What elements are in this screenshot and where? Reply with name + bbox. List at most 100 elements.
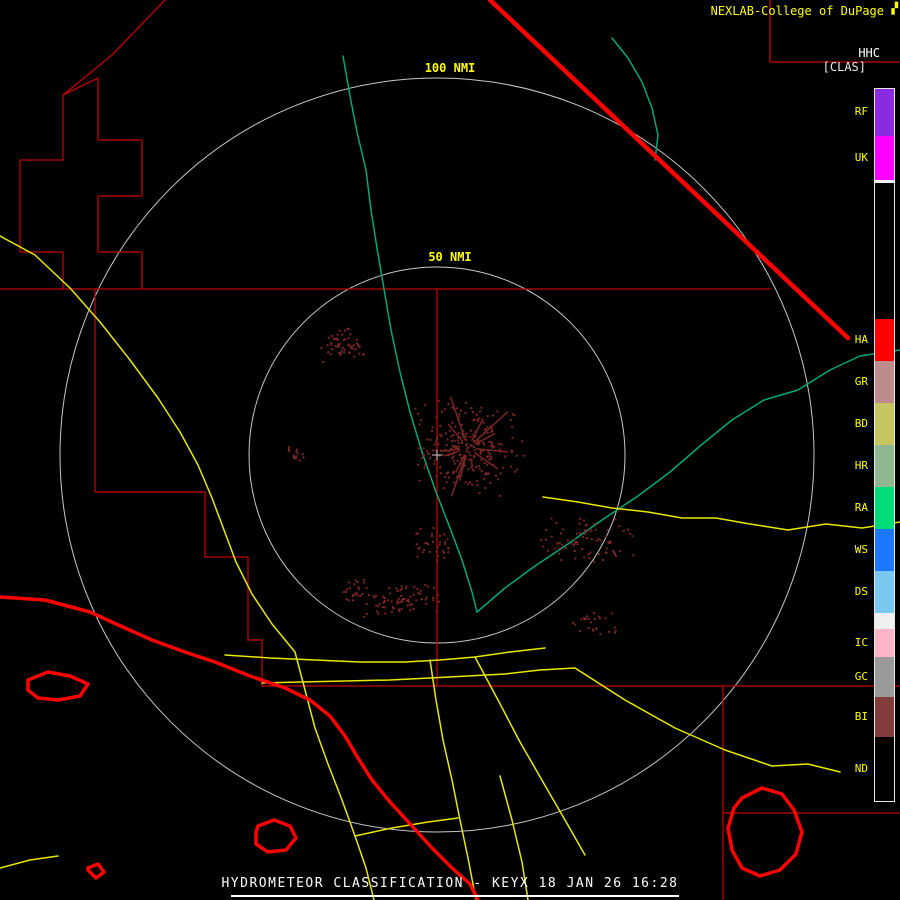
radar-echo [405,599,408,602]
radar-echo [486,415,489,418]
radar-echo [397,597,400,600]
radar-echo [470,407,473,410]
radar-echo [333,338,336,341]
radar-echo [413,585,416,588]
major-roads [726,786,804,878]
radar-echo [368,594,371,597]
radar-echo [468,458,471,461]
radar-echo [590,538,593,540]
colorbar-label-bd: BD [854,416,868,430]
radar-echo [470,465,473,468]
radar-echo [465,444,468,447]
colorbar-label-hr: HR [854,458,868,472]
radar-echo [432,599,435,602]
radar-echo [450,440,453,443]
colorbar-segment-ha [875,319,894,361]
radar-echo [436,559,439,562]
radar-echo [442,552,445,554]
radar-echo [330,335,333,337]
radar-echo [450,435,453,438]
radar-echo [574,557,577,560]
radar-echo [476,483,479,486]
colorbar-segment-gc [875,657,894,697]
colorbar-label-rf: RF [854,105,868,118]
radar-echo [458,413,461,416]
radar-echo [579,517,582,520]
radar-echo [416,532,419,535]
radar-echo [347,343,350,346]
radar-echo [582,519,585,522]
radar-echo [340,349,343,352]
radar-echo [464,481,467,484]
radar-echo [501,466,504,469]
county-borders [94,491,263,687]
radar-echo [353,583,356,586]
radar-echo [454,425,457,428]
radar-echo [443,556,446,559]
radar-echo [417,447,420,450]
radar-echo [477,420,480,422]
brand-icon: ▞ [891,2,898,15]
radar-echo [561,543,564,546]
radar-echo [590,621,592,624]
radar-echo [464,412,467,414]
radar-echo [338,329,341,332]
radar-echo [448,476,451,479]
radar-echo [388,592,391,595]
colorbar-label-ic: IC [854,635,868,649]
radar-echo [511,425,514,428]
radar-echo [292,454,295,457]
radar-echo [477,465,480,467]
radar-echo [545,529,548,531]
radar-echo [487,455,490,458]
radar-echo [343,351,346,354]
radar-echo [387,599,390,602]
radar-echo [560,559,563,562]
radar-echo [382,595,385,598]
radar-echo [583,618,586,621]
radar-echo [439,472,442,475]
colorbar-segment-hr [875,445,894,487]
radar-echo [435,550,438,553]
radar-echo [564,547,567,549]
radar-echo [484,487,487,489]
range-ring-label: 100 NMI [425,61,476,75]
colorbar-label-gc: GC [854,669,868,683]
radar-echo-streak [450,455,467,497]
radar-echo [584,531,587,534]
radar-echo [322,360,325,363]
radar-echo [377,612,380,615]
radar-echo [424,584,427,586]
colorbar-segment-ds [875,571,894,613]
radar-echo [354,348,357,351]
radar-echo [432,540,434,543]
radar-echo [442,487,445,490]
radar-echo [444,540,446,543]
radar-echo [488,458,491,461]
radar-echo [627,528,630,531]
radar-echo [363,615,366,618]
radar-echo [431,430,434,432]
radar-echo [438,543,441,546]
radar-echo [457,431,460,434]
radar-echo [287,447,290,450]
radar-echo [295,455,298,458]
radar-echo [377,605,380,608]
radar-echo [346,588,349,591]
radar-echo [574,540,577,543]
radar-echo [576,543,579,545]
map-canvas[interactable]: 50 NMI 100 NMI [0,0,900,900]
radar-echo [491,446,494,449]
radar-echo [396,590,399,592]
radar-echo [417,463,420,466]
radar-echo [489,452,492,455]
radar-echo [442,453,445,456]
radar-echo [469,436,472,439]
radar-echo [504,455,507,458]
radar-echo [425,596,428,599]
radar-echo [542,545,545,548]
radar-echo [451,421,454,424]
radar-echo [365,586,368,589]
radar-echo [550,535,553,538]
radar-echo [448,429,451,432]
